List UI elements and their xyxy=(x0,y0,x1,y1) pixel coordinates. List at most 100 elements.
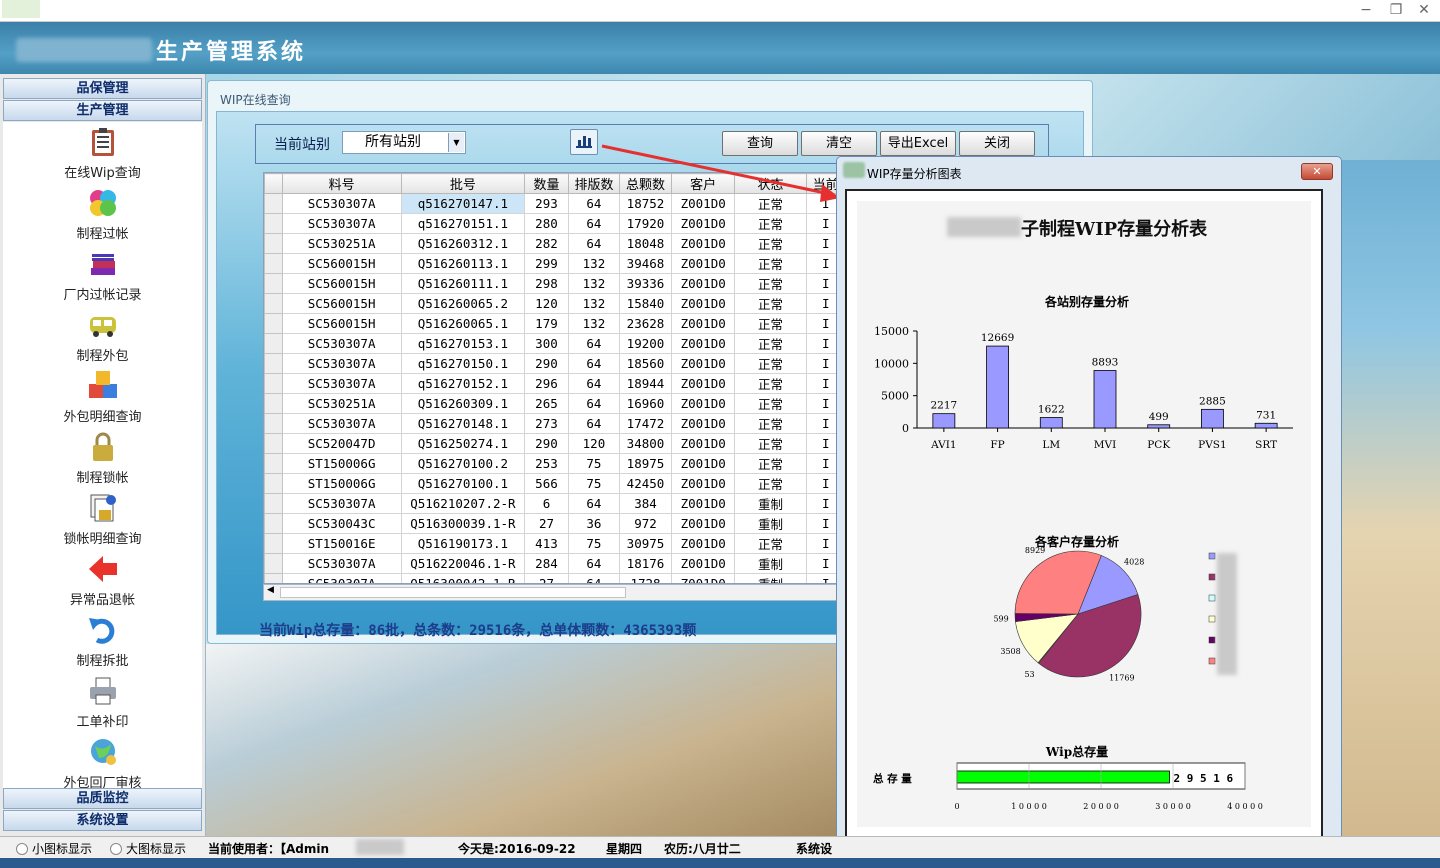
table-cell: Z001D0 xyxy=(670,453,736,474)
row-header[interactable] xyxy=(264,213,283,234)
sidebar-item-label: 制程拆批 xyxy=(76,654,129,669)
sidebar-item-posting-records[interactable]: 厂内过帐记录 xyxy=(3,244,202,305)
table-row[interactable]: SC560015H Q516260113.1 299 132 39468 Z001D0 正常… xyxy=(264,253,846,274)
table-row[interactable]: ST150006G Q516270100.1 566 75 42450 Z001D0 正常 I xyxy=(264,473,846,494)
table-cell: Q516210207.2-R xyxy=(400,493,526,514)
table-row[interactable]: SC530307A Q516210207.2-R 6 64 384 Z001D0 重制 I xyxy=(264,493,846,514)
row-header[interactable] xyxy=(264,373,283,394)
table-cell: 23628 xyxy=(619,313,672,334)
sidebar-item-outsource-return-review[interactable]: 外包回厂审核 xyxy=(3,732,202,788)
table-cell: Z001D0 xyxy=(670,533,736,554)
table-cell: Q516260065.2 xyxy=(400,293,526,314)
table-cell: 18975 xyxy=(619,453,672,474)
row-header[interactable] xyxy=(264,233,283,254)
chart-button[interactable] xyxy=(570,129,598,155)
row-header[interactable] xyxy=(264,353,283,374)
x-tick-label: 0 xyxy=(954,802,959,811)
large-icon-radio[interactable]: 大图标显示 xyxy=(110,840,186,857)
table-row[interactable]: SC530251A Q516260309.1 265 64 16960 Z001D0 正常 I xyxy=(264,393,846,414)
table-row[interactable]: SC520047D Q516250274.1 290 120 34800 Z001D0 正常… xyxy=(264,433,846,454)
row-header[interactable] xyxy=(264,553,283,574)
table-cell: 284 xyxy=(524,553,569,574)
sidebar-section-production[interactable]: 生产管理 xyxy=(3,100,202,121)
table-row[interactable]: SC560015H Q516260065.1 179 132 23628 Z001D0 正常… xyxy=(264,313,846,334)
sidebar-item-label: 外包回厂审核 xyxy=(63,776,142,788)
row-header[interactable] xyxy=(264,273,283,294)
x-tick-label: LM xyxy=(1042,439,1060,451)
table-row[interactable]: SC530307AQ516300042.1-R27641728Z001D0重制I xyxy=(264,573,846,583)
sidebar-section-quality-monitoring[interactable]: 品质监控 xyxy=(3,788,202,809)
sidebar-item-reprint-order[interactable]: 工单补印 xyxy=(3,671,202,732)
sidebar-item-outsourcing[interactable]: 制程外包 xyxy=(3,305,202,366)
row-header[interactable] xyxy=(264,393,283,414)
x-tick-label: 3 0 0 0 0 xyxy=(1155,802,1191,811)
bar-value-label: 731 xyxy=(1256,409,1276,421)
sidebar-item-split-lot[interactable]: 制程拆批 xyxy=(3,610,202,671)
table-row[interactable]: SC530043C Q516300039.1-R 27 36 972 Z001D0 重制 I xyxy=(264,513,846,534)
scrollbar-thumb[interactable] xyxy=(280,587,626,598)
row-header[interactable] xyxy=(264,253,283,274)
table-row[interactable]: SC530251A Q516260312.1 282 64 18048 Z001D0 正常 I xyxy=(264,233,846,254)
table-row[interactable]: SC560015H Q516260065.2 120 132 15840 Z001D0 正常… xyxy=(264,293,846,314)
dialog-close-button[interactable]: ✕ xyxy=(1301,163,1333,180)
sidebar-item-lock-details[interactable]: 锁帐明细查询 xyxy=(3,488,202,549)
chevron-down-icon[interactable]: ▼ xyxy=(448,133,464,152)
total-bar-value: 2 9 5 1 6 xyxy=(1174,772,1234,785)
table-cell: 64 xyxy=(567,493,621,514)
sidebar-item-label: 制程锁帐 xyxy=(76,471,129,486)
close-button[interactable]: 关闭 xyxy=(959,131,1035,156)
table-cell: Z001D0 xyxy=(670,213,736,234)
sidebar-section-system-settings[interactable]: 系统设置 xyxy=(3,810,202,831)
column-header[interactable]: 批号 xyxy=(400,173,526,194)
table-row[interactable]: ST150006G Q516270100.2 253 75 18975 Z001D0 正常 I xyxy=(264,453,846,474)
sidebar-item-process-posting[interactable]: 制程过帐 xyxy=(3,183,202,244)
table-row[interactable]: SC530307A q516270151.1 280 64 17920 Z001D0 正常 I xyxy=(264,213,846,234)
table-row[interactable]: SC560015H Q516260111.1 298 132 39336 Z001D0 正常… xyxy=(264,273,846,294)
table-row[interactable]: SC530307A q516270153.1 300 64 19200 Z001D0 正常 I xyxy=(264,333,846,354)
table-row[interactable]: ST150016E Q516190173.1 413 75 30975 Z001D0 正常 I xyxy=(264,533,846,554)
small-icon-radio[interactable]: 小图标显示 xyxy=(16,840,92,857)
row-header[interactable] xyxy=(264,413,283,434)
sidebar-item-online-wip[interactable]: 在线Wip查询 xyxy=(3,122,202,183)
table-cell: 正常 xyxy=(734,353,807,374)
table-row[interactable]: SC530307A q516270150.1 290 64 18560 Z001D0 正常 I xyxy=(264,353,846,374)
sidebar-item-process-lock[interactable]: 制程锁帐 xyxy=(3,427,202,488)
table-cell: Z001D0 xyxy=(670,353,736,374)
station-select[interactable]: 所有站别 ▼ xyxy=(342,131,466,154)
table-row[interactable]: SC530307A Q516220046.1-R 284 64 18176 Z001D0 重… xyxy=(264,553,846,574)
table-row[interactable]: SC530307A Q516270148.1 273 64 17472 Z001D0 正常 I xyxy=(264,413,846,434)
colored-petals-icon xyxy=(90,190,116,216)
bar-mvi xyxy=(1093,370,1117,429)
table-row[interactable]: SC530307A q516270152.1 296 64 18944 Z001D0 正常 I xyxy=(264,373,846,394)
row-header[interactable] xyxy=(264,193,283,214)
sidebar-item-defect-return[interactable]: 异常品退帐 xyxy=(3,549,202,610)
row-header[interactable] xyxy=(264,493,283,514)
row-header[interactable] xyxy=(264,533,283,554)
row-header[interactable] xyxy=(264,453,283,474)
export-excel-button[interactable]: 导出Excel xyxy=(880,131,956,156)
restore-icon[interactable]: ❐ xyxy=(1382,0,1410,20)
row-header[interactable] xyxy=(264,433,283,454)
current-user: 当前使用者：【Admin xyxy=(208,842,330,856)
chart-area: 子制程WIP存量分析表 各站别存量分析 0 5000 10000 15000 2217 AV… xyxy=(857,201,1311,827)
column-header[interactable]: 数量 xyxy=(524,173,569,194)
row-header[interactable] xyxy=(264,313,283,334)
row-header[interactable] xyxy=(264,473,283,494)
minimize-icon[interactable]: − xyxy=(1352,0,1380,20)
scroll-left-icon[interactable]: ◀ xyxy=(267,585,274,595)
close-icon[interactable]: ✕ xyxy=(1410,0,1438,20)
row-header[interactable] xyxy=(264,333,283,354)
wip-window-title: WIP在线查询 xyxy=(220,93,291,107)
table-cell: 132 xyxy=(567,273,621,294)
sidebar-section-quality-assurance[interactable]: 品保管理 xyxy=(3,78,202,99)
column-header[interactable]: 料号 xyxy=(281,173,402,194)
row-header[interactable] xyxy=(264,573,283,583)
y-tick-label: 15000 xyxy=(874,325,909,338)
table-cell: 重制 xyxy=(734,513,807,534)
row-header[interactable] xyxy=(264,293,283,314)
row-header[interactable] xyxy=(264,513,283,534)
bar-value-label: 499 xyxy=(1149,411,1169,423)
bar-chart-title: 各站别存量分析 xyxy=(1044,294,1129,309)
horizontal-scrollbar[interactable]: ◀ xyxy=(263,584,847,601)
sidebar-item-outsourcing-details[interactable]: 外包明细查询 xyxy=(3,366,202,427)
